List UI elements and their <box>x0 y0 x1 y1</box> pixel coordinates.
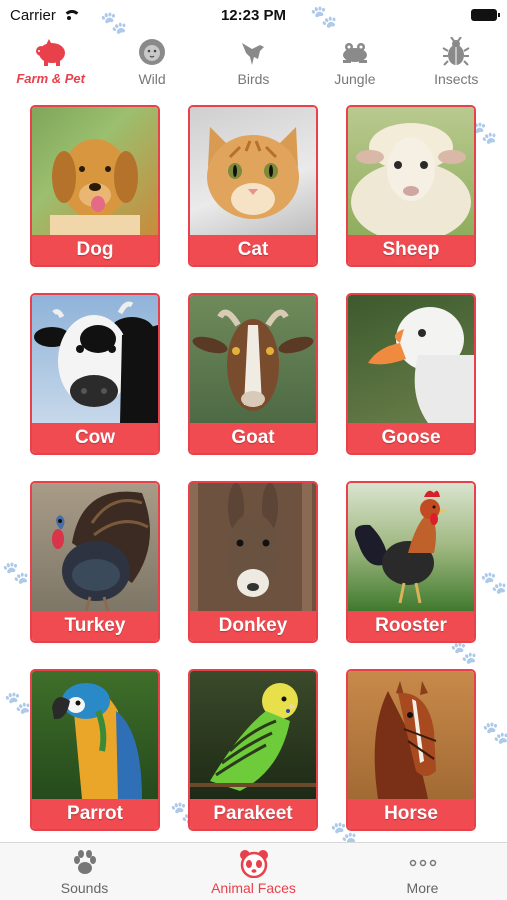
animal-grid: Dog Cat Sheep Cow Goat Goose Turkey Donk… <box>30 105 480 831</box>
animal-name: Parakeet <box>190 799 316 829</box>
frog-icon <box>339 36 371 68</box>
animal-name: Parrot <box>32 799 158 829</box>
turkey-photo <box>32 483 158 611</box>
tab-label: Birds <box>237 71 270 87</box>
tab-jungle[interactable]: Jungle <box>305 36 405 87</box>
tab-label: More <box>406 879 439 896</box>
animal-name: Rooster <box>348 611 474 641</box>
tab-label: Insects <box>434 71 479 87</box>
animal-name: Horse <box>348 799 474 829</box>
parrot-photo <box>32 671 158 799</box>
tab-label: Jungle <box>334 71 376 87</box>
tab-label: Sounds <box>60 879 109 896</box>
panda-face-icon <box>238 848 270 878</box>
tab-insects[interactable]: Insects <box>406 36 506 87</box>
bird-icon <box>238 36 268 68</box>
tab-label: Wild <box>138 71 166 87</box>
cow-photo <box>32 295 158 423</box>
sheep-photo <box>348 107 474 235</box>
category-tabs: Farm & Pet Wild Birds Jungle Insects <box>0 36 507 96</box>
animal-name: Cow <box>32 423 158 453</box>
animal-card-horse[interactable]: Horse <box>346 669 476 831</box>
cat-photo <box>190 107 316 235</box>
animal-name: Cat <box>190 235 316 265</box>
paw-icon <box>70 848 100 878</box>
animal-card-goat[interactable]: Goat <box>188 293 318 455</box>
horse-photo <box>348 671 474 799</box>
animal-card-turkey[interactable]: Turkey <box>30 481 160 643</box>
animal-name: Donkey <box>190 611 316 641</box>
animal-card-rooster[interactable]: Rooster <box>346 481 476 643</box>
tab-sounds[interactable]: Sounds <box>15 848 155 896</box>
animal-card-goose[interactable]: Goose <box>346 293 476 455</box>
parakeet-photo <box>190 671 316 799</box>
animal-name: Sheep <box>348 235 474 265</box>
animal-card-cat[interactable]: Cat <box>188 105 318 267</box>
animal-card-donkey[interactable]: Donkey <box>188 481 318 643</box>
rooster-photo <box>348 483 474 611</box>
tab-birds[interactable]: Birds <box>203 36 303 87</box>
ellipsis-icon <box>408 848 438 878</box>
dog-photo <box>32 107 158 235</box>
animal-card-parakeet[interactable]: Parakeet <box>188 669 318 831</box>
status-bar: Carrier 12:23 PM <box>0 0 507 30</box>
animal-name: Turkey <box>32 611 158 641</box>
animal-card-cow[interactable]: Cow <box>30 293 160 455</box>
pig-icon <box>34 36 68 68</box>
animal-card-dog[interactable]: Dog <box>30 105 160 267</box>
animal-name: Goose <box>348 423 474 453</box>
goose-photo <box>348 295 474 423</box>
animal-name: Dog <box>32 235 158 265</box>
lion-icon <box>137 36 167 68</box>
beetle-icon <box>441 36 471 68</box>
animal-name: Goat <box>190 423 316 453</box>
animal-card-sheep[interactable]: Sheep <box>346 105 476 267</box>
battery-icon <box>471 9 500 21</box>
tab-animal-faces[interactable]: Animal Faces <box>184 848 324 896</box>
goat-photo <box>190 295 316 423</box>
donkey-photo <box>190 483 316 611</box>
tab-more[interactable]: More <box>353 848 493 896</box>
wifi-icon <box>62 9 81 21</box>
tab-label: Farm & Pet <box>16 71 85 86</box>
bottom-tab-bar: Sounds Animal Faces More <box>0 842 507 900</box>
tab-wild[interactable]: Wild <box>102 36 202 87</box>
tab-farm-pet[interactable]: Farm & Pet <box>1 36 101 86</box>
animal-card-parrot[interactable]: Parrot <box>30 669 160 831</box>
carrier-label: Carrier <box>10 6 56 24</box>
tab-label: Animal Faces <box>211 879 296 896</box>
